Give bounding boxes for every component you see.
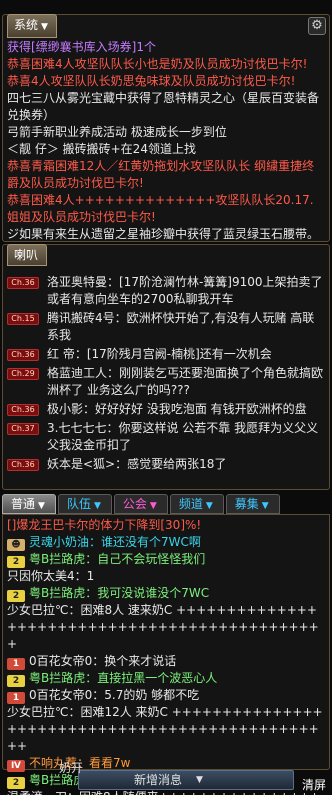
chat-message-text: 粤B拦路虎：自己不会玩怪怪我们 — [29, 552, 206, 566]
speaker-message: Ch.29 格蓝迪工人：刚刚装乞丐还要泡面换了个角色就搞欧洲杯了 业务这么广的吗?… — [3, 364, 329, 400]
system-message: ＜靓 仔＞ 搬砖搬砖+在24领道上找 — [7, 142, 196, 156]
tab-team[interactable]: 队伍 ▼ — [57, 494, 112, 514]
chat-panel: []爆龙王巴卡尔的体力下降到[30]%! ☻ 灵魂小奶油：谁还没有个7WC啊 2 粤B拦… — [2, 514, 330, 795]
system-message: 恭喜困难4人++++++++++++++攻坚队队长20.17.姐姐及队员成功讨伐… — [7, 193, 314, 224]
chat-message-text: 粤B拦路虎：直接拉黑一个波恶心人 — [29, 671, 218, 685]
speaker-tab[interactable]: 喇叭 — [7, 244, 48, 266]
speaker-message: Ch.37 3.七七七七：你要这样说 公若不靠 我愿拜为义父义父我没金币扣了 — [3, 419, 329, 455]
chevron-down-icon: ▼ — [93, 501, 101, 511]
chevron-down-icon: ▼ — [149, 501, 157, 511]
speaker-message-text: 3.七七七七：你要这样说 公若不靠 我愿拜为义父义父我没金币扣了 — [47, 421, 319, 452]
chat-message-text: 0百花女帝0：换个来才说话 — [29, 654, 177, 668]
system-message-list: 获得[缥缈襄书库入场券]1个恭喜困难4人攻坚队队长小也是奶及队员成功讨伐巴卡尔!… — [3, 39, 329, 243]
speaker-message-text: 格蓝迪工人：刚刚装乞丐还要泡面换了个角色就搞欧洲杯了 业务这么广的吗??? — [47, 366, 324, 397]
chat-message-text: 0百花女帝0：5.7的奶 够都不吃 — [29, 688, 200, 702]
system-panel: 系统 ▼ ⚙ 获得[缥缈襄书库入场券]1个恭喜困难4人攻坚队队长小也是奶及队员成功… — [2, 14, 330, 242]
system-tab[interactable]: 系统 ▼ — [7, 14, 57, 38]
rank-1-icon: 1 — [7, 692, 25, 704]
chat-message-text: 少女巴拉℃：困难8人 速来奶C ++++++++++++++++++++++++… — [7, 603, 319, 651]
chevron-down-icon: ▼ — [38, 501, 45, 511]
speaker-message: Ch.36 洛亚奥特曼：[17阶沧澜竹林-篝篝]9100上架拍卖了或者有意向坐车的… — [3, 273, 329, 309]
speaker-message: Ch.15 腾讯搬砖4号：欧洲杯快开始了,有没有人玩赌 高联系我 — [3, 309, 329, 345]
system-message: 恭喜青霜困难12人／红黄奶拖划水攻坚队队长 纲繍重捷终爵及队员成功讨伐巴卡尔! — [7, 159, 315, 190]
tab-channel[interactable]: 频道 ▼ — [169, 494, 224, 514]
chat-message: 2 粤B拦路虎：直接拉黑一个波恶心人 — [3, 670, 329, 687]
speaker-message-text: 极小影：好好好好 没我吃泡面 有钱开欧洲杯的盘 — [47, 402, 307, 416]
bottom-bar: 奶开 新增消息 ▼ 清屏 — [0, 761, 332, 795]
speaker-panel: 喇叭 Ch.36 洛亚奥特曼：[17阶沧澜竹林-篝篝]9100上架拍卖了或者有意向… — [2, 244, 330, 490]
chat-message-list: []爆龙王巴卡尔的体力下降到[30]%! ☻ 灵魂小奶油：谁还没有个7WC啊 2 粤B拦… — [3, 517, 329, 795]
channel-badge: Ch.36 — [7, 404, 39, 416]
rank-1-icon: 1 — [7, 658, 25, 670]
tab-channel-label: 频道 — [178, 497, 203, 511]
speaker-message-text: 红 帝：[17阶残月宫阙-楠桃]还有一次机会 — [47, 347, 272, 361]
chat-message: 1 0百花女帝0：换个来才说话 — [3, 653, 329, 670]
system-message: ジ如果有来生从遗留之星袖珍瓣中获得了蓝灵绿玉石腰带。 — [7, 227, 320, 241]
system-tab-label: 系统 — [14, 18, 39, 32]
chat-tab-bar: 普通 ▼ 队伍 ▼ 公会 ▼ 频道 ▼ 募集 ▼ — [2, 494, 330, 514]
tab-team-label: 队伍 — [66, 497, 91, 511]
channel-badge: Ch.29 — [7, 368, 39, 380]
chat-message: 只因你太美4：1 — [3, 568, 329, 585]
tab-recruit[interactable]: 募集 ▼ — [225, 494, 280, 514]
chevron-down-icon: ▼ — [205, 501, 213, 511]
chat-message: 2 粤B拦路虎：我可没说谁没个7WC — [3, 585, 329, 602]
rank-2-icon: 2 — [7, 590, 25, 602]
open-label: 奶开 — [59, 761, 84, 775]
chat-message-text: []爆龙王巴卡尔的体力下降到[30]%! — [7, 518, 202, 532]
channel-badge: Ch.15 — [7, 313, 39, 325]
speaker-message: Ch.36 极小影：好好好好 没我吃泡面 有钱开欧洲杯的盘 — [3, 400, 329, 419]
speaker-tab-label: 喇叭 — [14, 248, 39, 262]
chat-message-text: 只因你太美4：1 — [7, 569, 95, 583]
chat-message: []爆龙王巴卡尔的体力下降到[30]%! — [3, 517, 329, 534]
chat-message-text: 少女巴拉℃：困难12人 来奶C ++++++++++++++++++++++++… — [7, 705, 323, 753]
chat-message: ☻ 灵魂小奶油：谁还没有个7WC啊 — [3, 534, 329, 551]
system-message: 弓箭手新职业养成活动 极速成长一步到位 — [7, 125, 227, 139]
new-message-label: 新增消息 — [134, 773, 183, 787]
system-message: 获得[缥缈襄书库入场券]1个 — [7, 40, 156, 54]
speaker-message-text: 妖本是<狐>：感觉要给两张18了 — [47, 457, 227, 471]
chat-message-text: 灵魂小奶油：谁还没有个7WC啊 — [29, 535, 201, 549]
chat-message: 2 粤B拦路虎：自己不会玩怪怪我们 — [3, 551, 329, 568]
tab-normal-label: 普通 — [11, 497, 36, 511]
new-message-button[interactable]: 奶开 新增消息 ▼ — [59, 761, 294, 790]
tab-normal[interactable]: 普通 ▼ — [2, 494, 56, 514]
tab-recruit-label: 募集 — [234, 497, 259, 511]
chat-message: 少女巴拉℃：困难8人 速来奶C ++++++++++++++++++++++++… — [3, 602, 329, 653]
speaker-message: Ch.36 妖本是<狐>：感觉要给两张18了 — [3, 455, 329, 474]
clear-screen-button[interactable]: 清屏 — [302, 776, 326, 793]
chevron-down-icon: ▼ — [196, 775, 203, 785]
system-message: 恭喜困难4人攻坚队队长小也是奶及队员成功讨伐巴卡尔! — [7, 57, 308, 71]
chat-message: 1 0百花女帝0：5.7的奶 够都不吃 — [3, 687, 329, 704]
tab-guild-label: 公会 — [122, 497, 147, 511]
channel-badge: Ch.37 — [7, 423, 39, 435]
tab-guild[interactable]: 公会 ▼ — [113, 494, 168, 514]
avatar-icon: ☻ — [7, 539, 25, 551]
system-message: 四七三八从雾光宝藏中获得了恩特精灵之心（星辰百变装备兑换券） — [7, 91, 320, 122]
channel-badge: Ch.36 — [7, 459, 39, 471]
chat-message: 少女巴拉℃：困难12人 来奶C ++++++++++++++++++++++++… — [3, 704, 329, 755]
chat-message-text: 粤B拦路虎：我可没说谁没个7WC — [29, 586, 210, 600]
system-message: 恭喜4人攻坚队队长奶思兔味球及队员成功讨伐巴卡尔! — [7, 74, 296, 88]
speaker-message-text: 洛亚奥特曼：[17阶沧澜竹林-篝篝]9100上架拍卖了或者有意向坐车的2700私… — [47, 275, 323, 306]
channel-badge: Ch.36 — [7, 349, 39, 361]
rank-2-icon: 2 — [7, 675, 25, 687]
gear-icon[interactable]: ⚙ — [308, 17, 326, 35]
speaker-message-list: Ch.36 洛亚奥特曼：[17阶沧澜竹林-篝篝]9100上架拍卖了或者有意向坐车的… — [3, 273, 329, 474]
rank-2-icon: 2 — [7, 556, 25, 568]
speaker-message: Ch.36 红 帝：[17阶残月宫阙-楠桃]还有一次机会 — [3, 345, 329, 364]
chevron-down-icon: ▼ — [261, 501, 269, 511]
chevron-down-icon: ▼ — [41, 22, 48, 32]
speaker-message-text: 腾讯搬砖4号：欧洲杯快开始了,有没有人玩赌 高联系我 — [47, 311, 315, 342]
channel-badge: Ch.36 — [7, 277, 39, 289]
